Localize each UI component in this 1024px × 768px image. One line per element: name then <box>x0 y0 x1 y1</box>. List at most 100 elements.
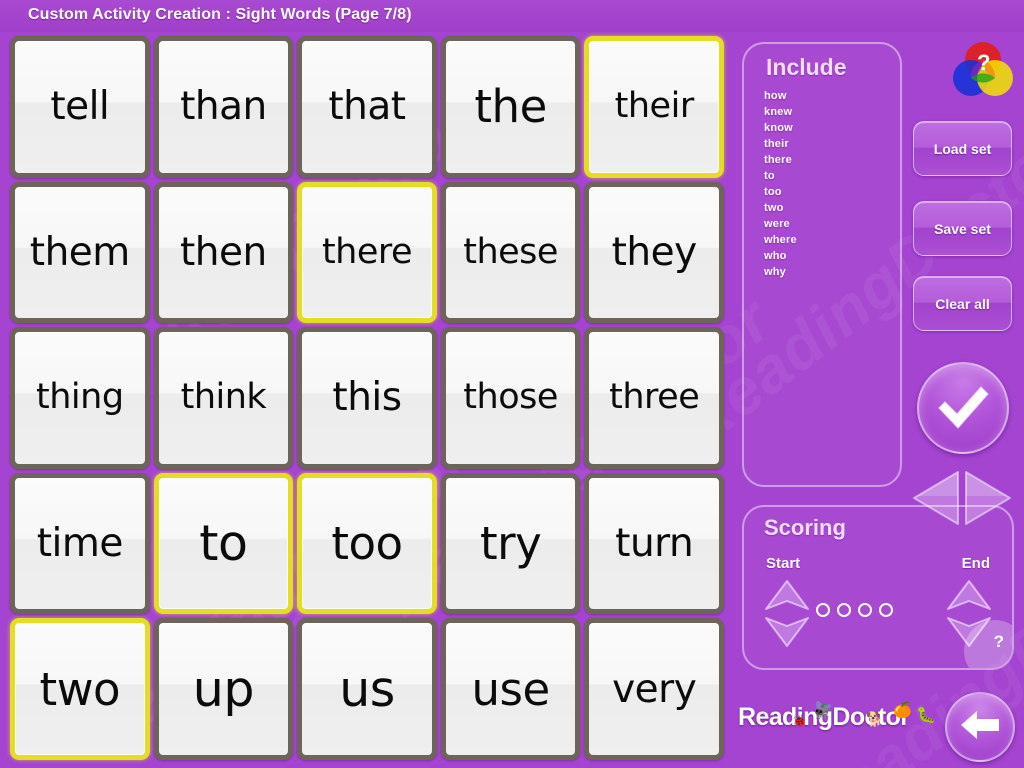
include-word-item[interactable]: where <box>764 232 884 248</box>
include-word-item[interactable]: who <box>764 248 884 264</box>
scoring-dot <box>837 603 851 617</box>
word-tile[interactable]: than <box>153 36 294 178</box>
word-tile-label: try <box>479 517 542 571</box>
word-tile[interactable]: tell <box>10 36 150 178</box>
include-word-list: how knew know their there to too two were where wh… <box>764 88 884 280</box>
include-word-item[interactable]: were <box>764 216 884 232</box>
word-tile[interactable]: this <box>297 327 437 469</box>
word-tile-label: those <box>463 377 558 418</box>
word-tile-cell: there <box>295 180 439 326</box>
word-tile-cell: very <box>582 616 726 762</box>
include-word-item[interactable]: too <box>764 184 884 200</box>
scoring-dot <box>858 603 872 617</box>
word-tile-selected[interactable]: too <box>297 472 437 615</box>
include-word-item[interactable]: why <box>764 264 884 280</box>
brand-logo-text: ReadingDoctor <box>738 702 910 731</box>
word-tile[interactable]: then <box>153 181 294 324</box>
word-tile-label: thing <box>36 377 124 418</box>
word-tile-selected[interactable]: to <box>153 472 294 615</box>
word-tile-grid: tell than that the their them then there these th… <box>8 34 726 762</box>
word-tile-cell: too <box>295 471 439 617</box>
color-wheel-question-icon[interactable]: ? <box>952 40 1014 102</box>
word-tile-cell: that <box>295 34 439 180</box>
word-tile-cell: us <box>295 616 439 762</box>
include-word-item[interactable]: two <box>764 200 884 216</box>
word-tile-selected[interactable]: there <box>297 181 437 324</box>
word-tile-selected[interactable]: two <box>10 618 150 760</box>
scoring-end-increase-button[interactable] <box>946 579 992 616</box>
word-tile[interactable]: time <box>10 472 150 615</box>
word-tile-label: two <box>39 662 121 716</box>
word-tile-cell: time <box>8 471 152 617</box>
include-word-item[interactable]: knew <box>764 104 884 120</box>
brand-logo: ReadingDoctor 🐞 🪰 🐕 🍊 🐛 <box>738 700 936 734</box>
scoring-start-decrease-button[interactable] <box>764 616 810 653</box>
word-tile[interactable]: them <box>10 181 150 324</box>
word-tile-cell: those <box>439 325 583 471</box>
word-tile-selected[interactable]: their <box>584 36 724 178</box>
word-tile-cell: these <box>439 180 583 326</box>
clear-all-button[interactable]: Clear all <box>913 276 1012 331</box>
include-word-item[interactable]: their <box>764 136 884 152</box>
word-tile-cell: them <box>8 180 152 326</box>
word-tile-label: turn <box>615 521 694 567</box>
word-tile[interactable]: that <box>297 36 437 178</box>
include-word-item[interactable]: how <box>764 88 884 104</box>
include-word-item[interactable]: to <box>764 168 884 184</box>
load-set-button[interactable]: Load set <box>913 121 1012 176</box>
word-tile-cell: use <box>439 616 583 762</box>
word-tile-label: time <box>36 521 124 567</box>
word-tile-cell: this <box>295 325 439 471</box>
word-tile-label: very <box>612 666 697 712</box>
word-tile-cell: turn <box>582 471 726 617</box>
word-tile[interactable]: turn <box>584 472 724 615</box>
word-tile-cell: the <box>439 34 583 180</box>
word-tile[interactable]: the <box>440 36 581 178</box>
svg-text:?: ? <box>977 50 990 75</box>
word-tile[interactable]: these <box>440 181 581 324</box>
word-tile[interactable]: they <box>584 181 724 324</box>
word-tile-cell: try <box>439 471 583 617</box>
word-tile-cell: three <box>582 325 726 471</box>
word-tile-cell: they <box>582 180 726 326</box>
word-tile[interactable]: very <box>584 618 724 760</box>
word-tile-cell: two <box>8 616 152 762</box>
confirm-button[interactable] <box>917 362 1009 454</box>
arrow-left-icon <box>957 705 1003 750</box>
word-tile[interactable]: us <box>297 618 437 760</box>
word-tile[interactable]: up <box>153 618 294 760</box>
scoring-panel: Scoring Start End ? <box>742 505 1014 670</box>
include-panel: Include how knew know their there to too two wer… <box>742 42 902 487</box>
word-tile-label: these <box>463 231 558 272</box>
word-tile-label: us <box>339 660 395 718</box>
word-tile-label: the <box>474 80 547 134</box>
word-tile-label: that <box>328 84 406 130</box>
scoring-start-increase-button[interactable] <box>764 579 810 616</box>
title-bar: Custom Activity Creation : Sight Words (… <box>0 0 1024 32</box>
word-tile[interactable]: those <box>440 327 581 469</box>
word-tile-label: to <box>199 515 248 573</box>
word-tile[interactable]: three <box>584 327 724 469</box>
word-tile-cell: to <box>152 471 296 617</box>
scoring-panel-title: Scoring <box>764 515 846 540</box>
include-word-item[interactable]: there <box>764 152 884 168</box>
save-set-button[interactable]: Save set <box>913 201 1012 256</box>
word-tile-label: think <box>180 377 267 418</box>
worm-icon: 🐛 <box>916 707 936 724</box>
word-tile[interactable]: thing <box>10 327 150 469</box>
word-tile-cell: up <box>152 616 296 762</box>
word-tile-label: three <box>609 377 700 418</box>
word-tile-cell: thing <box>8 325 152 471</box>
checkmark-icon <box>933 381 993 435</box>
word-tile[interactable]: try <box>440 472 581 615</box>
back-button[interactable] <box>945 692 1015 762</box>
include-word-item[interactable]: know <box>764 120 884 136</box>
word-tile[interactable]: think <box>153 327 294 469</box>
word-tile-label: then <box>180 229 267 275</box>
scoring-start-stepper <box>764 579 810 653</box>
scoring-end-label: End <box>961 555 990 572</box>
word-tile-label: up <box>192 660 255 718</box>
scoring-start-label: Start <box>766 555 801 572</box>
scoring-help-label: ? <box>993 632 1004 651</box>
word-tile[interactable]: use <box>440 618 581 760</box>
